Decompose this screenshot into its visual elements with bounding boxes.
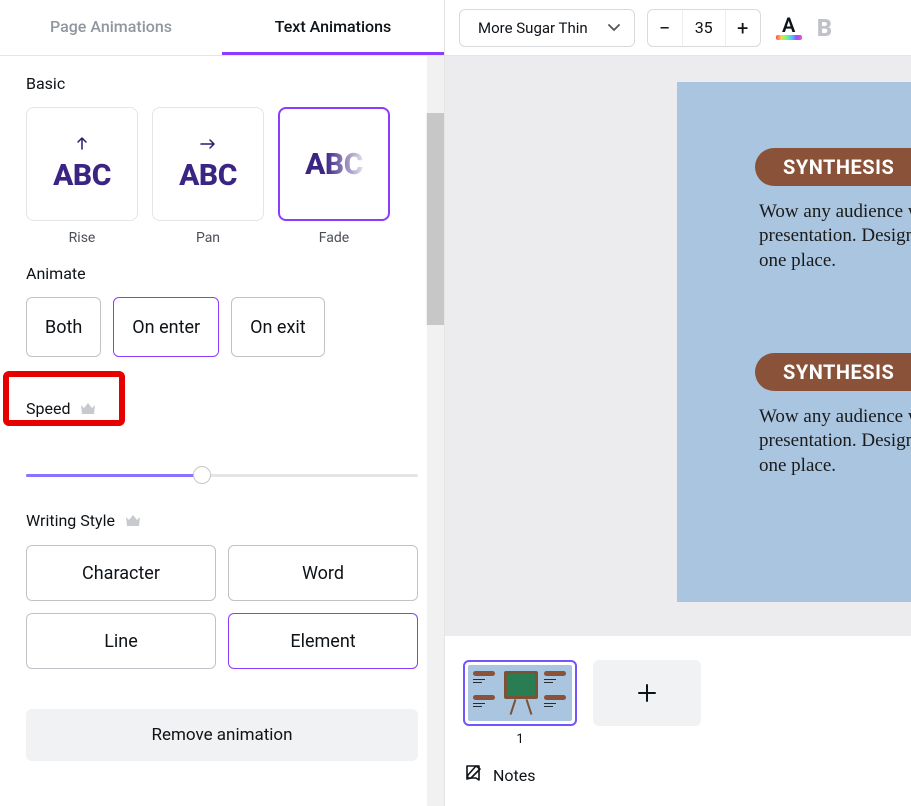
animation-tile-fade[interactable]: ABC — [278, 107, 390, 221]
speed-slider-fill — [26, 474, 202, 477]
notes-icon — [463, 763, 483, 787]
editor-panel: More Sugar Thin − 35 + A B SYNTHESIS Wow… — [444, 0, 911, 806]
tab-text-animations[interactable]: Text Animations — [222, 0, 444, 55]
page-number: 1 — [463, 732, 577, 747]
canvas-area[interactable]: SYNTHESIS Wow any audience with your Can… — [445, 56, 911, 636]
arrow-right-icon — [200, 136, 216, 154]
panel-scroll-area: Basic ABC Rise — [0, 56, 444, 806]
writing-character-button[interactable]: Character — [26, 545, 216, 601]
tile-name-pan: Pan — [152, 230, 264, 246]
tab-page-animations[interactable]: Page Animations — [0, 0, 222, 55]
slide-text-block-2[interactable]: SYNTHESIS Wow any audience with your Can… — [755, 353, 911, 478]
animate-both-button[interactable]: Both — [26, 297, 101, 357]
writing-word-button[interactable]: Word — [228, 545, 418, 601]
section-animate-label: Animate — [26, 264, 418, 283]
slide-heading-2[interactable]: SYNTHESIS — [755, 353, 911, 391]
animate-on-enter-button[interactable]: On enter — [113, 297, 219, 357]
page-thumbnail-1[interactable]: ▬▬▬▬▬▬▬ ▬▬▬▬▬▬▬ ▬▬▬▬▬▬▬ ▬▬▬▬▬▬▬ 1 — [463, 660, 577, 747]
tile-abc-label: ABC — [179, 158, 237, 193]
font-size-increase-button[interactable]: + — [726, 10, 760, 46]
chevron-down-icon — [608, 21, 620, 35]
slide-body-2[interactable]: Wow any audience with your Canva present… — [759, 405, 911, 478]
writing-style-group: Character Word Line Element — [26, 545, 418, 669]
pages-strip: ▬▬▬▬▬▬▬ ▬▬▬▬▬▬▬ ▬▬▬▬▬▬▬ ▬▬▬▬▬▬▬ 1 — [445, 636, 911, 806]
bold-button[interactable]: B — [817, 14, 832, 42]
slide-body-1[interactable]: Wow any audience with your Canva present… — [759, 200, 911, 273]
notes-label: Notes — [493, 766, 536, 785]
tile-name-rise: Rise — [26, 230, 138, 246]
animation-tabs: Page Animations Text Animations — [0, 0, 444, 56]
animate-direction-group: Both On enter On exit — [26, 297, 418, 357]
tile-abc-label: ABC — [53, 158, 111, 193]
slide-text-block-1[interactable]: SYNTHESIS Wow any audience with your Can… — [755, 148, 911, 273]
font-family-value: More Sugar Thin — [478, 19, 588, 37]
speed-slider-thumb[interactable] — [193, 466, 211, 484]
slide-canvas[interactable]: SYNTHESIS Wow any audience with your Can… — [677, 82, 911, 602]
section-basic-label: Basic — [26, 74, 418, 93]
chalkboard-icon — [504, 671, 538, 699]
animate-on-exit-button[interactable]: On exit — [231, 297, 325, 357]
text-toolbar: More Sugar Thin − 35 + A B — [445, 0, 911, 56]
crown-icon — [80, 400, 96, 419]
section-speed-label: Speed — [26, 399, 96, 419]
crown-icon — [125, 512, 141, 531]
text-color-a-icon: A — [782, 15, 795, 35]
slide-heading-1[interactable]: SYNTHESIS — [755, 148, 911, 186]
tile-abc-label: ABC — [305, 147, 363, 182]
panel-scrollbar[interactable] — [426, 113, 444, 325]
font-size-value[interactable]: 35 — [682, 10, 726, 46]
writing-line-button[interactable]: Line — [26, 613, 216, 669]
remove-animation-button[interactable]: Remove animation — [26, 709, 418, 761]
arrow-up-icon — [75, 136, 89, 154]
color-strip-icon — [776, 35, 802, 40]
speed-slider[interactable] — [26, 465, 418, 485]
animation-tile-pan[interactable]: ABC — [152, 107, 264, 221]
notes-button[interactable]: Notes — [463, 763, 893, 787]
font-size-stepper: − 35 + — [647, 9, 761, 47]
text-color-button[interactable]: A — [773, 15, 805, 40]
plus-icon — [636, 682, 658, 704]
font-size-decrease-button[interactable]: − — [648, 10, 682, 46]
add-page-button[interactable] — [593, 660, 701, 726]
font-family-dropdown[interactable]: More Sugar Thin — [459, 9, 635, 47]
page-thumbnails: ▬▬▬▬▬▬▬ ▬▬▬▬▬▬▬ ▬▬▬▬▬▬▬ ▬▬▬▬▬▬▬ 1 — [463, 660, 893, 747]
tile-name-fade: Fade — [278, 230, 390, 246]
writing-element-button[interactable]: Element — [228, 613, 418, 669]
animations-panel: Page Animations Text Animations Basic AB… — [0, 0, 444, 806]
basic-animation-tiles: ABC Rise ABC Pan — [26, 107, 418, 246]
animation-tile-rise[interactable]: ABC — [26, 107, 138, 221]
section-writing-label: Writing Style — [26, 511, 418, 531]
